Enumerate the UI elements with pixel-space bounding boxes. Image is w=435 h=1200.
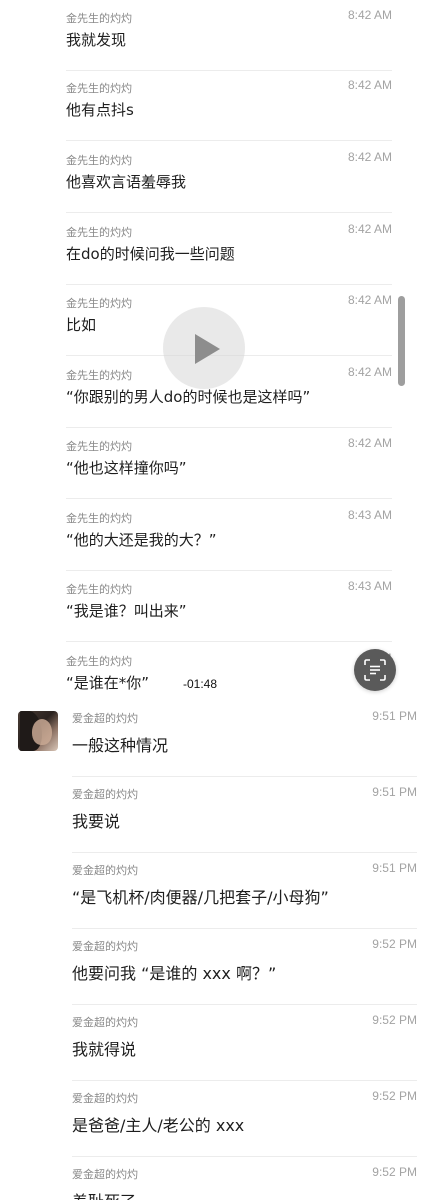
- message-text: 他要问我 “是谁的 xxx 啊？”: [72, 964, 277, 983]
- message-text: “我是谁？叫出来”: [66, 602, 187, 620]
- chat-message: 爱金超的灼灼 9:52 PM 是爸爸/主人/老公的 xxx: [72, 1080, 417, 1157]
- message-time: 8:42 AM: [347, 293, 392, 307]
- message-sender: 金先生的灼灼: [66, 440, 132, 453]
- message-time: 9:52 PM: [372, 937, 417, 951]
- message-sender: 金先生的灼灼: [66, 12, 132, 25]
- message-text: 我要说: [72, 812, 121, 831]
- message-sender: 爱金超的灼灼: [72, 864, 138, 877]
- message-sender: 爱金超的灼灼: [72, 1168, 138, 1181]
- chat-message: 爱金超的灼灼 9:52 PM 羞耻死了: [72, 1156, 417, 1200]
- message-text: 在do的时候问我一些问题: [66, 245, 235, 263]
- message-text: 是爸爸/主人/老公的 xxx: [72, 1116, 245, 1135]
- message-time: 9:51 PM: [372, 709, 417, 723]
- message-time: 8:42 AM: [347, 365, 392, 379]
- chat-history: 爱金超的灼灼 9:51 PM 一般这种情况 爱金超的灼灼 9:51 PM 我要说…: [0, 700, 435, 1200]
- message-time: 9:52 PM: [372, 1089, 417, 1103]
- message-text: 比如: [66, 316, 97, 334]
- avatar[interactable]: [18, 711, 58, 751]
- video-player[interactable]: 金先生的灼灼 8:42 AM 我就发现 金先生的灼灼 8:42 AM 他有点抖s…: [0, 0, 435, 700]
- message-sender: 爱金超的灼灼: [72, 712, 138, 725]
- message-time: 9:51 PM: [372, 785, 417, 799]
- message-text: “他的大还是我的大？”: [66, 531, 217, 549]
- video-message: 金先生的灼灼 8:42 AM 他喜欢言语羞辱我: [66, 142, 392, 213]
- message-text: 他有点抖s: [66, 101, 134, 119]
- chat-message: 爱金超的灼灼 9:51 PM “是飞机杯/肉便器/几把套子/小母狗”: [72, 852, 417, 929]
- message-sender: 爱金超的灼灼: [72, 1092, 138, 1105]
- message-time: 8:43 AM: [347, 579, 392, 593]
- chat-message: 爱金超的灼灼 9:51 PM 一般这种情况: [72, 700, 417, 777]
- message-time: 9:51 PM: [372, 861, 417, 875]
- message-sender: 金先生的灼灼: [66, 154, 132, 167]
- chat-message: 爱金超的灼灼 9:51 PM 我要说: [72, 776, 417, 853]
- message-sender: 爱金超的灼灼: [72, 940, 138, 953]
- message-text: “他也这样撞你吗”: [66, 459, 187, 477]
- message-sender: 金先生的灼灼: [66, 655, 132, 668]
- video-remaining-time: -01:48: [183, 677, 218, 691]
- scrollbar[interactable]: [398, 296, 405, 386]
- video-message: 金先生的灼灼 8:43 AM “他的大还是我的大？”: [66, 500, 392, 571]
- message-text: 我就发现: [66, 31, 127, 49]
- play-button[interactable]: [163, 307, 245, 389]
- message-sender: 金先生的灼灼: [66, 82, 132, 95]
- message-time: 8:43 AM: [347, 508, 392, 522]
- message-text: 羞耻死了: [72, 1188, 136, 1200]
- scan-text-icon: [364, 659, 386, 681]
- chat-message: 爱金超的灼灼 9:52 PM 我就得说: [72, 1004, 417, 1081]
- message-time: 8:42 AM: [347, 150, 392, 164]
- message-text: 一般这种情况: [72, 736, 169, 755]
- message-sender: 爱金超的灼灼: [72, 1016, 138, 1029]
- message-sender: 金先生的灼灼: [66, 369, 132, 382]
- message-text: “你跟别的男人do的时候也是这样吗”: [66, 388, 311, 406]
- play-icon: [195, 334, 220, 364]
- video-message: 金先生的灼灼 8:42 AM 在do的时候问我一些问题: [66, 214, 392, 285]
- message-time: 8:42 AM: [347, 222, 392, 236]
- video-message: 金先生的灼灼 8:43 AM “我是谁？叫出来”: [66, 571, 392, 642]
- message-time: 8:42 AM: [347, 78, 392, 92]
- message-time: 8:42 AM: [347, 436, 392, 450]
- message-sender: 爱金超的灼灼: [72, 788, 138, 801]
- message-sender: 金先生的灼灼: [66, 512, 132, 525]
- message-text: “是飞机杯/肉便器/几把套子/小母狗”: [72, 888, 329, 907]
- message-text: 他喜欢言语羞辱我: [66, 173, 187, 191]
- message-sender: 金先生的灼灼: [66, 226, 132, 239]
- message-time: 9:52 PM: [372, 1165, 417, 1179]
- message-time: 9:52 PM: [372, 1013, 417, 1027]
- video-message: 金先生的灼灼 8:42 AM 他有点抖s: [66, 70, 392, 141]
- message-text: 我就得说: [72, 1040, 137, 1059]
- chat-message: 爱金超的灼灼 9:52 PM 他要问我 “是谁的 xxx 啊？”: [72, 928, 417, 1005]
- message-time: 8:42 AM: [347, 8, 392, 22]
- video-message: 金先生的灼灼 8:42 AM 我就发现: [66, 0, 392, 71]
- chat-screen: 金先生的灼灼 8:42 AM 我就发现 金先生的灼灼 8:42 AM 他有点抖s…: [0, 0, 435, 1200]
- message-sender: 金先生的灼灼: [66, 583, 132, 596]
- scan-text-button[interactable]: [354, 649, 396, 691]
- message-text: “是谁在*你”: [66, 674, 150, 692]
- message-sender: 金先生的灼灼: [66, 297, 132, 310]
- video-message: 金先生的灼灼 8:42 AM “他也这样撞你吗”: [66, 428, 392, 499]
